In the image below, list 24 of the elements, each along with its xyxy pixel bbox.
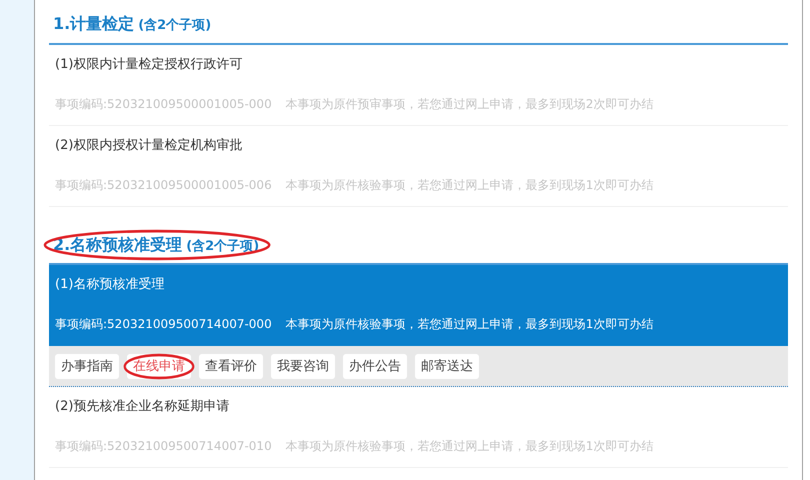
item-title: (1)权限内计量检定授权行政许可 xyxy=(55,56,244,74)
service-item[interactable]: (2)预先核准企业名称延期申请 事项编码:520321009500714007-010 本事项为原件核验事项，若您通过网上申请，最多到现场1次即可办结 xyxy=(49,387,788,468)
item-code: 事项编码:520321009500001005-006 xyxy=(55,177,272,194)
highlight-ellipse xyxy=(123,352,195,380)
service-item[interactable]: (1)权限内计量检定授权行政许可 事项编码:520321009500001005-000 本事项为原件预审事项，若您通过网上申请，最多到现场2次即可办结 xyxy=(49,45,788,126)
item-note: 本事项为原件核验事项，若您通过网上申请，最多到现场1次即可办结 xyxy=(286,177,654,194)
action-button[interactable]: 办件公告 xyxy=(343,354,407,378)
action-button[interactable]: 邮寄送达 xyxy=(415,354,479,378)
item-note: 本事项为原件核验事项，若您通过网上申请，最多到现场1次即可办结 xyxy=(286,316,654,333)
action-button[interactable]: 办事指南 xyxy=(55,354,119,378)
service-item[interactable]: (1)名称预核准受理 事项编码:520321009500714007-000 本事项为原件核验事项，若您通过网上申请，最多到现场1次即可办结 xyxy=(49,265,788,346)
item-title: (1)名称预核准受理 xyxy=(55,276,166,294)
item-note: 本事项为原件核验事项，若您通过网上申请，最多到现场1次即可办结 xyxy=(286,438,654,455)
action-button[interactable]: 查看评价 xyxy=(199,354,263,378)
item-note: 本事项为原件预审事项，若您通过网上申请，最多到现场2次即可办结 xyxy=(286,96,654,113)
item-title: (2)权限内授权计量检定机构审批 xyxy=(55,137,244,155)
item-code: 事项编码:520321009500001005-000 xyxy=(55,96,272,113)
item-code: 事项编码:520321009500714007-000 xyxy=(55,316,272,333)
item-title: (2)预先核准企业名称延期申请 xyxy=(55,398,230,416)
action-button[interactable]: 我要咨询 xyxy=(271,354,335,378)
section-title: 1.计量检定 xyxy=(53,14,134,34)
service-item[interactable]: (2)权限内授权计量检定机构审批 事项编码:520321009500001005-006 本事项为原件核验事项，若您通过网上申请，最多到现场1次即可办结 xyxy=(49,126,788,207)
item-code: 事项编码:520321009500714007-010 xyxy=(55,438,272,455)
section-count: (含2个子项) xyxy=(138,17,212,35)
